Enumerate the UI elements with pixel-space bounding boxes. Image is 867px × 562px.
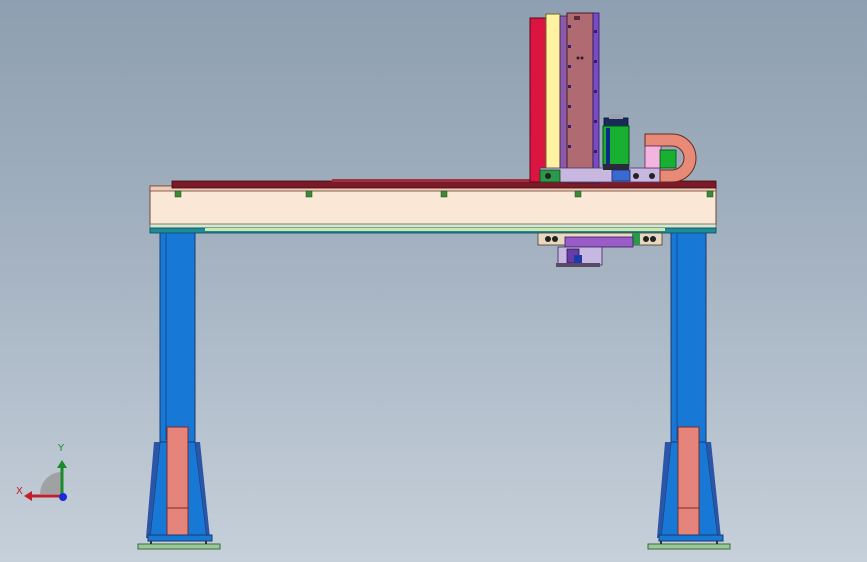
- gantry-robot-model[interactable]: [0, 0, 867, 562]
- right-foot-plate[interactable]: [647, 543, 731, 550]
- cad-viewport[interactable]: X Y: [0, 0, 867, 562]
- z-axis-dot-icon: [59, 493, 67, 501]
- right-column[interactable]: [647, 231, 731, 550]
- servo-motor[interactable]: [602, 114, 630, 170]
- left-column[interactable]: [137, 231, 221, 550]
- coordinate-triad: [24, 460, 67, 501]
- left-foot-plate[interactable]: [137, 543, 221, 550]
- z-axis-assembly[interactable]: [529, 12, 661, 184]
- y-axis-label: Y: [58, 443, 65, 454]
- under-beam-carriage[interactable]: [537, 232, 663, 267]
- triad-plane-icon: [40, 472, 62, 494]
- x-axis-beam[interactable]: [149, 179, 717, 234]
- x-axis-label: X: [16, 486, 23, 497]
